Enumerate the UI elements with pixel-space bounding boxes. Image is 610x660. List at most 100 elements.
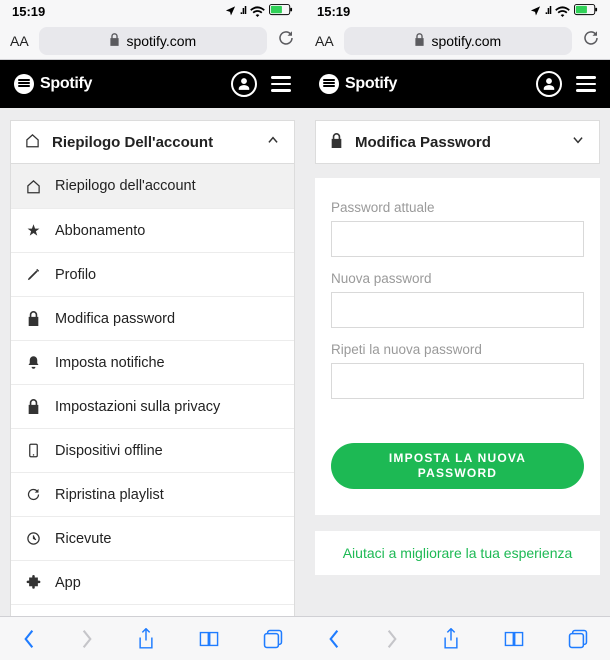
address-field[interactable]: spotify.com: [39, 27, 267, 55]
menu-item[interactable]: Profilo: [11, 252, 294, 296]
current-password-input[interactable]: [331, 221, 584, 257]
safari-address-bar: AA spotify.com: [305, 22, 610, 60]
dropdown-label: Riepilogo Dell'account: [52, 134, 213, 151]
menu-item-label: Ripristina playlist: [55, 487, 164, 503]
ios-status-bar: 15:19 .ıl: [0, 0, 305, 22]
spotify-logo[interactable]: Spotify: [319, 74, 536, 94]
spotify-wordmark: Spotify: [345, 75, 397, 93]
menu-item[interactable]: Ripristina playlist: [11, 472, 294, 516]
chevron-down-icon: [571, 133, 585, 151]
reload-button[interactable]: [277, 29, 295, 52]
menu-item-label: Abbonamento: [55, 223, 145, 239]
status-time: 15:19: [12, 4, 45, 19]
forward-button[interactable]: [385, 629, 399, 649]
bookmarks-button[interactable]: [504, 630, 524, 648]
menu-item[interactable]: Ricevute: [11, 516, 294, 560]
lock-icon: [25, 399, 41, 414]
share-button[interactable]: [442, 628, 460, 650]
text-size-button[interactable]: AA: [315, 33, 334, 49]
lock-icon: [414, 33, 425, 49]
clock-icon: [25, 531, 41, 546]
reload-button[interactable]: [582, 29, 600, 52]
pencil-icon: [25, 267, 41, 282]
menu-item-label: App: [55, 575, 81, 591]
page-body-left: Riepilogo Dell'account Riepilogo dell'ac…: [0, 108, 305, 616]
address-field[interactable]: spotify.com: [344, 27, 572, 55]
menu-item-label: Modifica password: [55, 311, 175, 327]
location-arrow-icon: [530, 4, 541, 19]
lock-icon: [109, 33, 120, 49]
new-password-input[interactable]: [331, 292, 584, 328]
submit-password-button[interactable]: IMPOSTA LA NUOVA PASSWORD: [331, 443, 584, 489]
menu-item[interactable]: Impostazioni sulla privacy: [11, 384, 294, 428]
spotify-wordmark: Spotify: [40, 75, 92, 93]
menu-item-label: Impostazioni sulla privacy: [55, 399, 220, 415]
repeat-password-label: Ripeti la nuova password: [331, 342, 584, 357]
menu-item[interactable]: Riepilogo dell'account: [11, 164, 294, 208]
menu-item-label: Ricevute: [55, 531, 111, 547]
menu-button[interactable]: [576, 76, 596, 92]
text-size-button[interactable]: AA: [10, 33, 29, 49]
current-password-label: Password attuale: [331, 200, 584, 215]
bell-icon: [25, 355, 41, 370]
tabs-button[interactable]: [263, 629, 283, 649]
tabs-button[interactable]: [568, 629, 588, 649]
lock-icon: [25, 311, 41, 326]
page-body-right: Modifica Password Password attuale Nuova…: [305, 108, 610, 616]
account-button[interactable]: [231, 71, 257, 97]
address-domain: spotify.com: [126, 33, 196, 49]
back-button[interactable]: [22, 629, 36, 649]
signal-icon: .ıl: [545, 5, 551, 17]
status-right: .ıl: [530, 4, 598, 19]
share-button[interactable]: [137, 628, 155, 650]
wifi-icon: [250, 6, 265, 17]
chevron-up-icon: [266, 133, 280, 151]
home-icon: [25, 179, 41, 194]
safari-toolbar: [305, 616, 610, 660]
account-menu: Riepilogo dell'account Abbonamento Profilo…: [10, 164, 295, 616]
account-section-dropdown[interactable]: Modifica Password: [315, 120, 600, 164]
battery-icon: [574, 4, 598, 19]
spotify-logo-icon: [14, 74, 34, 94]
signal-icon: .ıl: [240, 5, 246, 17]
battery-icon: [269, 4, 293, 19]
menu-item-label: Profilo: [55, 267, 96, 283]
refresh-icon: [25, 487, 41, 502]
account-section-dropdown[interactable]: Riepilogo Dell'account: [10, 120, 295, 164]
device-icon: [25, 443, 41, 458]
menu-item[interactable]: Abbonamento: [11, 208, 294, 252]
puzzle-icon: [25, 575, 41, 590]
safari-toolbar: [0, 616, 305, 660]
menu-item[interactable]: Dispositivi offline: [11, 428, 294, 472]
menu-item[interactable]: Modifica password: [11, 296, 294, 340]
spotify-header: Spotify: [305, 60, 610, 108]
star-icon: [25, 223, 41, 238]
bookmarks-button[interactable]: [199, 630, 219, 648]
phone-right: 15:19 .ıl AA spotify.com: [305, 0, 610, 660]
lock-icon: [330, 133, 343, 152]
back-button[interactable]: [327, 629, 341, 649]
safari-address-bar: AA spotify.com: [0, 22, 305, 60]
status-time: 15:19: [317, 4, 350, 19]
account-button[interactable]: [536, 71, 562, 97]
menu-item[interactable]: Riscatta: [11, 604, 294, 616]
menu-item[interactable]: App: [11, 560, 294, 604]
menu-item-label: Dispositivi offline: [55, 443, 163, 459]
ios-status-bar: 15:19 .ıl: [305, 0, 610, 22]
phone-left: 15:19 .ıl AA spotify.com: [0, 0, 305, 660]
new-password-label: Nuova password: [331, 271, 584, 286]
repeat-password-input[interactable]: [331, 363, 584, 399]
menu-item-label: Riepilogo dell'account: [55, 178, 196, 194]
spotify-logo[interactable]: Spotify: [14, 74, 231, 94]
password-form-card: Password attuale Nuova password Ripeti l…: [315, 178, 600, 515]
forward-button[interactable]: [80, 629, 94, 649]
status-right: .ıl: [225, 4, 293, 19]
menu-item[interactable]: Imposta notifiche: [11, 340, 294, 384]
menu-button[interactable]: [271, 76, 291, 92]
wifi-icon: [555, 6, 570, 17]
location-arrow-icon: [225, 4, 236, 19]
home-icon: [25, 133, 40, 152]
help-banner[interactable]: Aiutaci a migliorare la tua esperienza: [315, 531, 600, 575]
address-domain: spotify.com: [431, 33, 501, 49]
menu-item-label: Imposta notifiche: [55, 355, 165, 371]
